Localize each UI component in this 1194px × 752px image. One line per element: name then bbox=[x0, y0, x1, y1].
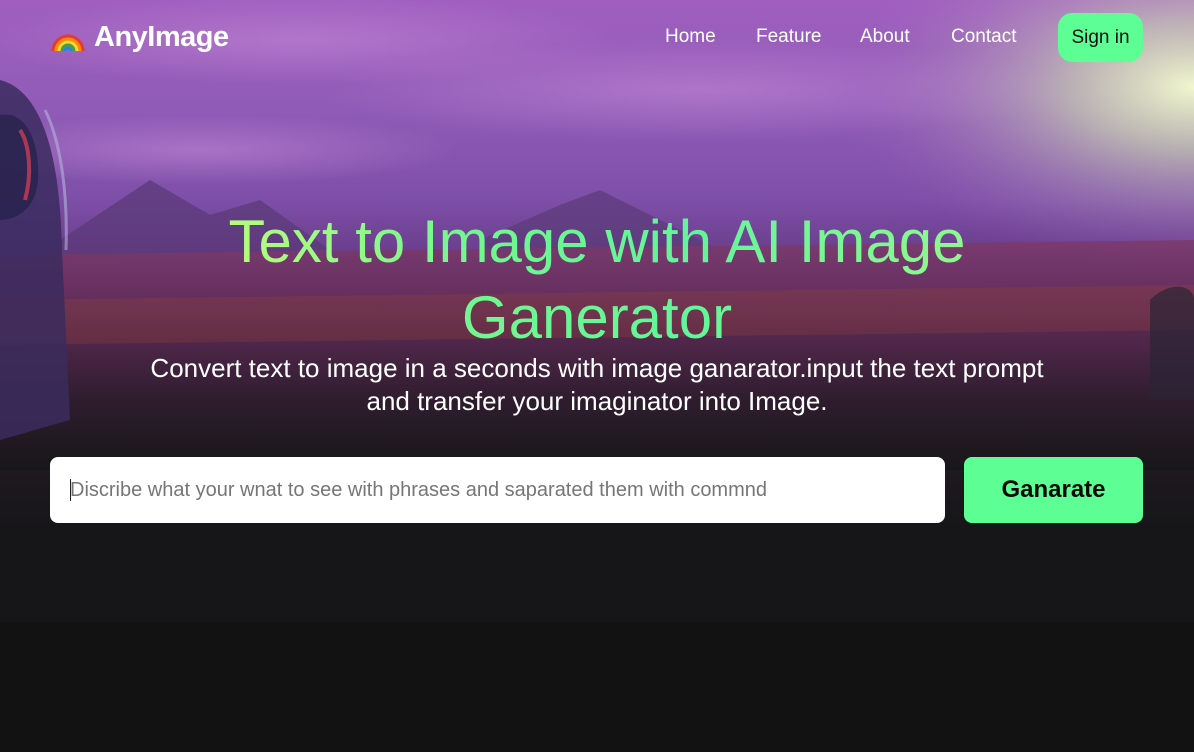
top-navbar: AnyImage Home Feature About Contact Sign… bbox=[0, 0, 1194, 76]
brand-logo[interactable]: AnyImage bbox=[50, 19, 229, 55]
nav-link-home[interactable]: Home bbox=[665, 26, 716, 48]
sign-in-button[interactable]: Sign in bbox=[1058, 13, 1143, 62]
hero-section: AnyImage Home Feature About Contact Sign… bbox=[0, 0, 1194, 622]
below-hero-section bbox=[0, 622, 1194, 752]
rainbow-icon bbox=[51, 34, 85, 52]
generate-button[interactable]: Ganarate bbox=[964, 457, 1143, 523]
nav-link-about[interactable]: About bbox=[860, 26, 910, 48]
hero-headline: Text to Image with AI Image Ganerator bbox=[147, 204, 1047, 356]
nav-link-feature[interactable]: Feature bbox=[756, 26, 821, 48]
brand-name: AnyImage bbox=[94, 20, 229, 53]
prompt-input[interactable] bbox=[50, 457, 945, 523]
text-caret bbox=[70, 479, 71, 501]
nav-link-contact[interactable]: Contact bbox=[951, 26, 1016, 48]
hero-subtitle: Convert text to image in a seconds with … bbox=[150, 353, 1044, 416]
